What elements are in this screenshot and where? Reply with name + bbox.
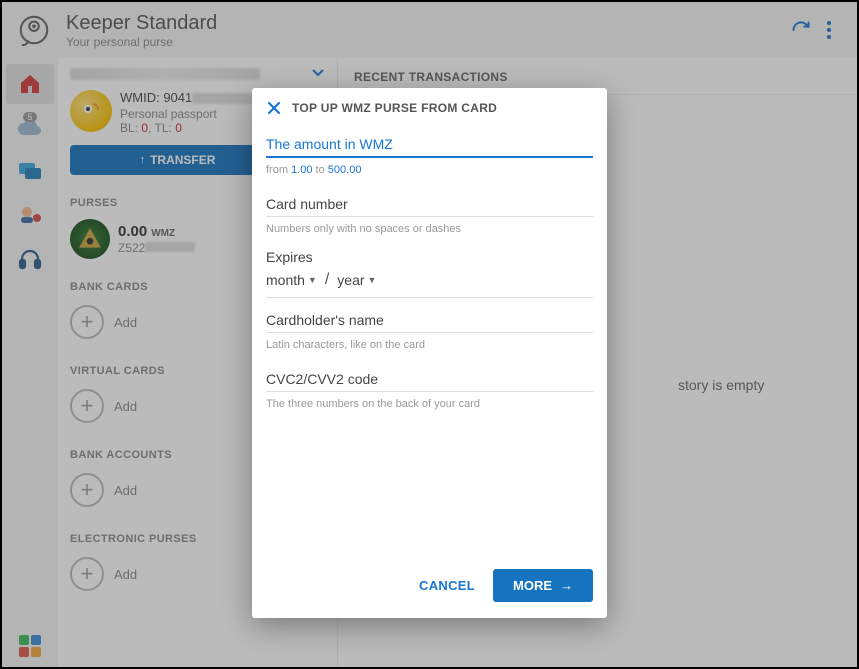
menu-dots-button[interactable] [815,16,843,44]
more-button[interactable]: MORE → [493,569,593,602]
nav-cloud[interactable]: 5 [6,108,54,148]
plus-icon: + [70,473,104,507]
purse-emblem [70,219,110,259]
cvv-field[interactable]: CVC2/CVV2 code [266,361,593,392]
arrow-right-icon: → [560,578,573,593]
expiry-year-select[interactable]: year ▼ [337,272,376,288]
cvv-label: CVC2/CVV2 code [266,371,593,387]
cvv-hint: The three numbers on the back of your ca… [266,392,593,420]
card-number-hint: Numbers only with no spaces or dashes [266,217,593,245]
app-header: Keeper Standard Your personal purse [2,2,857,58]
nav-badge: 5 [23,112,36,122]
refresh-button[interactable] [787,16,815,44]
card-number-field[interactable]: Card number [266,186,593,217]
cardholder-field[interactable]: Cardholder's name [266,298,593,333]
nav-headset[interactable] [6,240,54,280]
plus-icon: + [70,557,104,591]
amount-range-hint: from 1.00 to 500.00 [266,158,593,186]
wmid-line: WMID: 9041 [120,90,272,105]
card-number-label: Card number [266,196,593,212]
app-title: Keeper Standard [66,12,217,35]
identity-header [58,58,337,80]
cardholder-label: Cardholder's name [266,312,593,328]
purse-account: Z522 [118,241,195,255]
cancel-button[interactable]: CANCEL [419,578,475,593]
slash: / [325,271,329,289]
passport-label: Personal passport [120,107,272,121]
chevron-down-icon: ▼ [368,275,377,285]
profile-avatar [70,90,112,132]
header-titles: Keeper Standard Your personal purse [66,12,217,49]
nav-support[interactable] [6,196,54,236]
modal-close-button[interactable] [266,100,282,116]
cardholder-hint: Latin characters, like on the card [266,333,593,361]
redacted-name [70,68,260,80]
chevron-down-icon: ▼ [308,275,317,285]
nav-rail: 5 [2,58,58,667]
expires-label: Expires [266,245,593,265]
topup-modal: TOP UP WMZ PURSE FROM CARD The amount in… [252,88,607,618]
modal-title: TOP UP WMZ PURSE FROM CARD [292,101,497,115]
amount-field[interactable]: The amount in WMZ [266,126,593,158]
expiry-month-select[interactable]: month ▼ [266,272,317,288]
identity-expand[interactable] [311,66,325,85]
app-subtitle: Your personal purse [66,35,217,49]
plus-icon: + [70,389,104,423]
app-logo [16,12,52,48]
amount-label: The amount in WMZ [266,136,593,152]
nav-chat[interactable] [6,152,54,192]
bl-tl-line: BL: 0, TL: 0 [120,121,272,135]
nav-home[interactable] [6,64,54,104]
purse-amount-line: 0.00WMZ [118,223,195,241]
plus-icon: + [70,305,104,339]
more-button-label: MORE [513,578,552,593]
apps-launcher[interactable] [19,635,41,657]
